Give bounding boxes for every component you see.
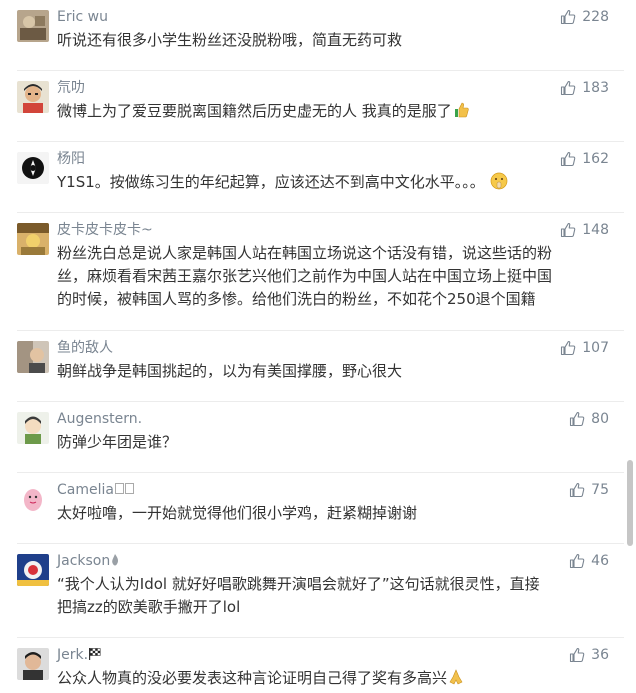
badge-icon xyxy=(124,483,134,494)
avatar[interactable] xyxy=(17,10,49,42)
like-button[interactable]: 183 xyxy=(560,78,609,98)
like-count: 228 xyxy=(582,9,609,25)
like-count: 107 xyxy=(582,340,609,356)
like-button[interactable]: 36 xyxy=(569,645,609,665)
username[interactable]: 氘叻 xyxy=(57,78,85,98)
divider xyxy=(17,330,624,331)
username[interactable]: 杨阳 xyxy=(57,149,85,169)
like-count: 162 xyxy=(582,151,609,167)
thumbs-up-icon xyxy=(569,647,585,663)
comment-text: 粉丝洗白总是说人家是韩国人站在韩国立场说这个话没有错，说这些话的粉 丝，麻烦看看… xyxy=(57,242,617,311)
badge-icon xyxy=(114,483,124,494)
like-button[interactable]: 75 xyxy=(569,480,609,500)
like-count: 36 xyxy=(591,647,609,663)
checkered-flag-icon xyxy=(88,647,102,661)
like-button[interactable]: 148 xyxy=(560,220,609,240)
thumbs-up-icon xyxy=(560,222,576,238)
like-count: 80 xyxy=(591,411,609,427)
divider xyxy=(17,543,624,544)
avatar[interactable] xyxy=(17,648,49,680)
username[interactable]: 鱼的敌人 xyxy=(57,338,113,358)
flame-icon xyxy=(110,553,120,567)
divider xyxy=(17,70,624,71)
comment-text-line: “我个人认为Idol 就好好唱歌跳舞开演唱会就好了”这句话就很灵性，直接 xyxy=(57,575,540,593)
comment-text-line: 粉丝洗白总是说人家是韩国人站在韩国立场说这个话没有错，说这些话的粉 xyxy=(57,244,553,262)
avatar[interactable] xyxy=(17,483,49,515)
avatar[interactable] xyxy=(17,554,49,586)
username-text: Jerk. xyxy=(57,647,89,663)
divider xyxy=(17,141,624,142)
thumbs-up-emoji-icon xyxy=(452,101,470,119)
divider xyxy=(17,212,624,213)
like-button[interactable]: 107 xyxy=(560,338,609,358)
like-button[interactable]: 80 xyxy=(569,409,609,429)
like-count: 46 xyxy=(591,553,609,569)
comment-text: “我个人认为Idol 就好好唱歌跳舞开演唱会就好了”这句话就很灵性，直接 把搞z… xyxy=(57,573,617,619)
username[interactable]: 皮卡皮卡皮卡~ xyxy=(57,220,153,240)
like-button[interactable]: 46 xyxy=(569,551,609,571)
scrollbar-thumb[interactable] xyxy=(627,460,633,546)
username[interactable]: Jackson xyxy=(57,551,120,571)
praying-hands-emoji-icon xyxy=(447,668,465,686)
comment-text: Y1S1。按做练习生的年纪起算，应该还达不到高中文化水平。。。 xyxy=(57,171,617,194)
like-count: 75 xyxy=(591,482,609,498)
username[interactable]: Camelia xyxy=(57,480,134,500)
like-button[interactable]: 162 xyxy=(560,149,609,169)
thumbs-up-icon xyxy=(560,9,576,25)
comment-text-line: 的时候，被韩国人骂的多惨。给他们洗白的粉丝，不如花个250退个国籍 xyxy=(57,290,536,308)
comment-text: 微博上为了爱豆要脱离国籍然后历史虚无的人 我真的是服了 xyxy=(57,100,617,123)
divider xyxy=(17,401,624,402)
comment-text-line: 把搞zz的欧美歌手撇开了lol xyxy=(57,598,241,616)
comment-text-line: 丝，麻烦看看宋茜王嘉尔张艺兴他们之前作为中国人站在中国立场上挺中国 xyxy=(57,267,553,285)
scrollbar[interactable] xyxy=(624,0,636,693)
thumbs-up-icon xyxy=(569,482,585,498)
thumbs-up-icon xyxy=(569,553,585,569)
thumbs-up-icon xyxy=(560,340,576,356)
like-count: 148 xyxy=(582,222,609,238)
avatar[interactable] xyxy=(17,81,49,113)
username[interactable]: Eric wu xyxy=(57,7,108,27)
comment-text: 听说还有很多小学生粉丝还没脱粉哦，简直无药可救 xyxy=(57,31,403,49)
comment-text-content: 公众人物真的没必要发表这种言论证明自己得了奖有多高兴 xyxy=(57,669,448,687)
like-button[interactable]: 228 xyxy=(560,7,609,27)
comment-text-content: 微博上为了爱豆要脱离国籍然后历史虚无的人 我真的是服了 xyxy=(57,102,452,120)
thumbs-up-icon xyxy=(560,151,576,167)
username-text: Camelia xyxy=(57,482,114,498)
avatar[interactable] xyxy=(17,341,49,373)
avatar[interactable] xyxy=(17,223,49,255)
thumbs-up-icon xyxy=(560,80,576,96)
divider xyxy=(17,637,624,638)
username[interactable]: Jerk. xyxy=(57,645,102,665)
thumbs-up-icon xyxy=(569,411,585,427)
comment-text: 公众人物真的没必要发表这种言论证明自己得了奖有多高兴 xyxy=(57,667,617,690)
avatar[interactable] xyxy=(17,152,49,184)
comment-text: 太好啦噜，一开始就觉得他们很小学鸡，赶紧糊掉谢谢 xyxy=(57,504,418,522)
comment-text-content: Y1S1。按做练习生的年纪起算，应该还达不到高中文化水平。。。 xyxy=(57,173,485,191)
avatar[interactable] xyxy=(17,412,49,444)
like-count: 183 xyxy=(582,80,609,96)
comment-text: 防弹少年团是谁？ xyxy=(57,433,178,451)
divider xyxy=(17,472,624,473)
username-text: Jackson xyxy=(57,553,111,569)
username[interactable]: Augenstern. xyxy=(57,409,142,429)
comment-text: 朝鲜战争是韩国挑起的，以为有美国撑腰，野心很大 xyxy=(57,362,403,380)
shush-emoji-icon xyxy=(490,172,508,190)
